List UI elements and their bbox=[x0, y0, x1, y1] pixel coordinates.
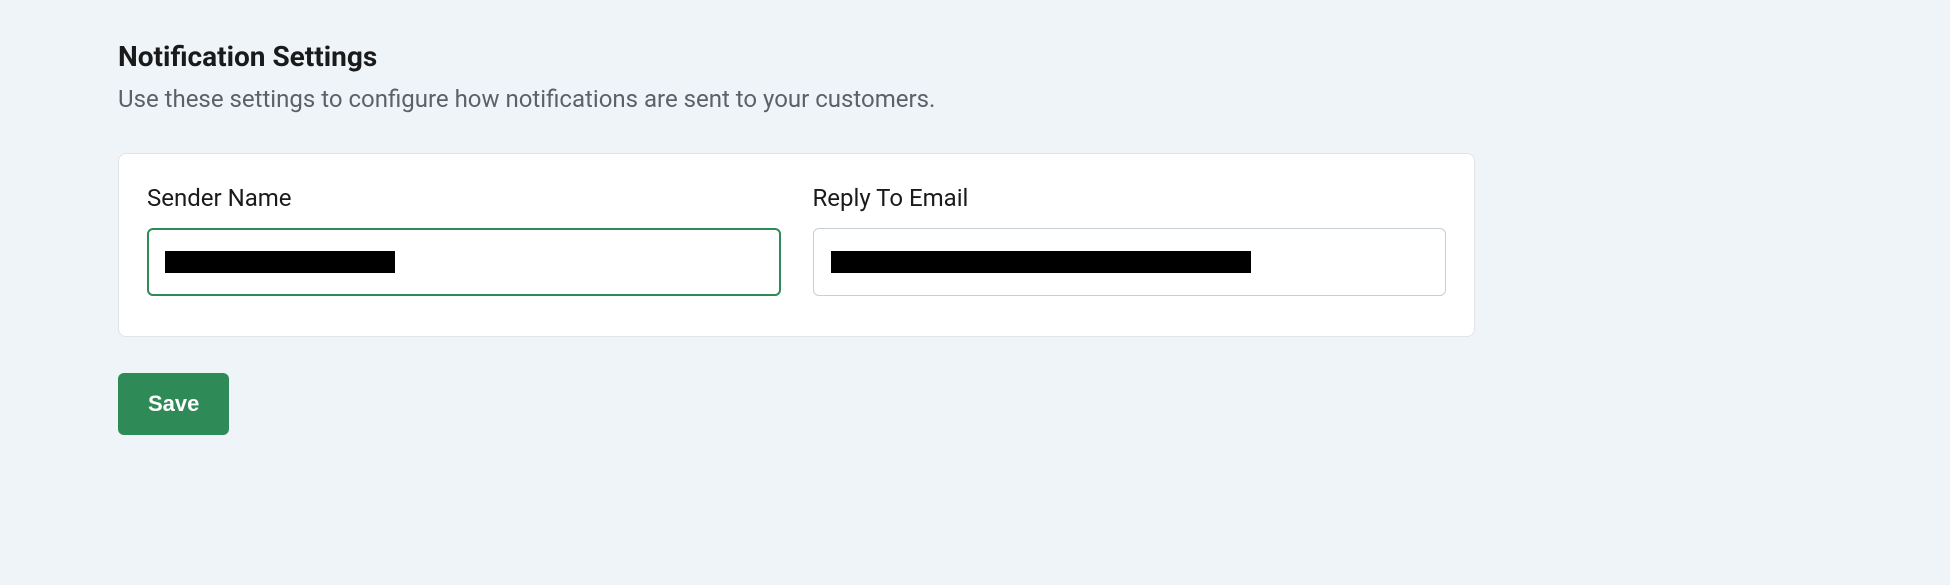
notification-settings-section: Notification Settings Use these settings… bbox=[0, 40, 1950, 435]
form-group-reply-to: Reply To Email bbox=[813, 184, 1447, 296]
section-title: Notification Settings bbox=[118, 40, 1475, 73]
section-description: Use these settings to configure how noti… bbox=[118, 85, 1475, 113]
reply-to-label: Reply To Email bbox=[813, 184, 1447, 212]
reply-to-input-wrap bbox=[813, 228, 1447, 296]
sender-name-label: Sender Name bbox=[147, 184, 781, 212]
sender-name-input-wrap bbox=[147, 228, 781, 296]
notification-form-card: Sender Name Reply To Email bbox=[118, 153, 1475, 337]
redaction-bar bbox=[831, 251, 1251, 273]
save-button[interactable]: Save bbox=[118, 373, 229, 435]
form-group-sender-name: Sender Name bbox=[147, 184, 781, 296]
redaction-bar bbox=[165, 251, 395, 273]
